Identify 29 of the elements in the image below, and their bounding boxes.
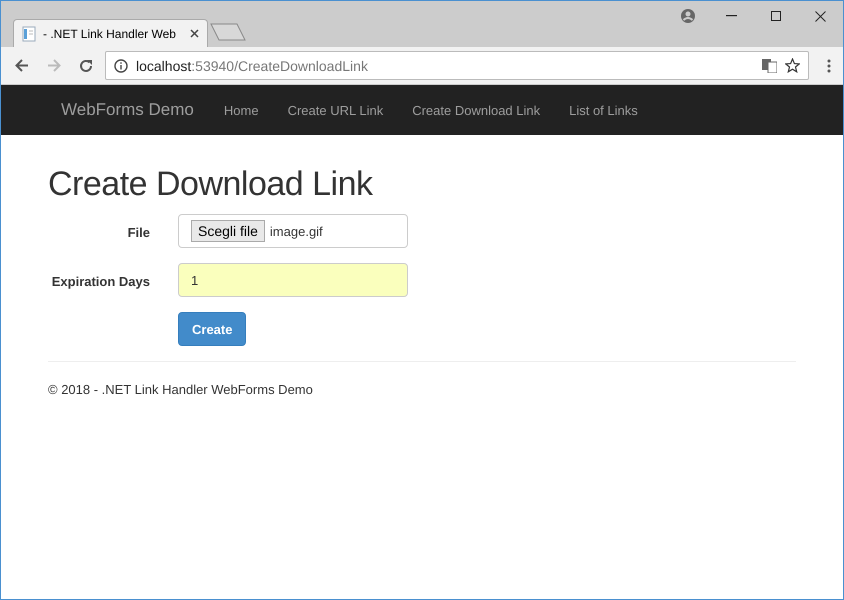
choose-file-button[interactable]: Scegli file xyxy=(191,220,265,242)
close-icon[interactable] xyxy=(190,29,199,38)
nav-link[interactable]: Home xyxy=(224,102,259,118)
brand-link[interactable]: WebForms Demo xyxy=(61,100,194,120)
create-button[interactable]: Create xyxy=(178,312,246,346)
file-input[interactable]: Scegli file image.gif xyxy=(178,214,408,248)
star-icon[interactable] xyxy=(785,58,800,73)
info-icon xyxy=(114,58,128,72)
tab-title: - .NET Link Handler Web xyxy=(43,26,177,40)
file-name: image.gif xyxy=(270,224,323,238)
nav-link[interactable]: Create URL Link xyxy=(288,102,384,118)
nav-link[interactable]: Create Download Link xyxy=(412,102,540,118)
back-icon[interactable] xyxy=(15,59,29,72)
field-label: File xyxy=(126,224,150,242)
minimize-icon[interactable] xyxy=(726,15,737,17)
maximize-icon[interactable] xyxy=(771,11,781,21)
reload-icon[interactable] xyxy=(79,58,93,72)
profile-icon[interactable] xyxy=(681,9,695,23)
page-heading: Create Download Link xyxy=(48,165,374,204)
field-label: Expiration Days xyxy=(50,273,150,291)
url-text: localhost:53940/CreateDownloadLink xyxy=(136,58,368,74)
address-bar[interactable]: localhost:53940/CreateDownloadLink xyxy=(105,51,809,80)
expiration-days-field[interactable]: 1 xyxy=(178,263,408,297)
menu-icon[interactable] xyxy=(827,58,831,72)
nav-link[interactable]: List of Links xyxy=(569,102,638,118)
close-icon[interactable] xyxy=(815,10,826,22)
document-icon xyxy=(22,26,36,42)
footer-text: © 2018 - .NET Link Handler WebForms Demo xyxy=(48,382,314,397)
browser-tab[interactable]: - .NET Link Handler Web xyxy=(13,19,208,47)
